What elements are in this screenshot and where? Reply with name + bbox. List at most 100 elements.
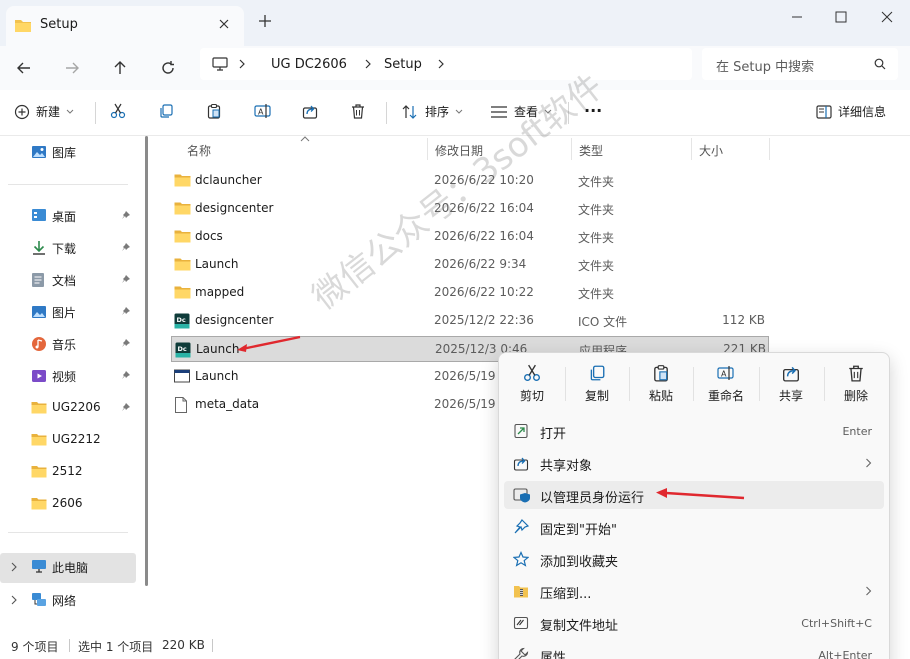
file-row[interactable]: docs 2026/6/22 16:04 文件夹 bbox=[171, 224, 769, 250]
file-date: 2026/5/19 bbox=[434, 369, 496, 383]
sidebar-item-desktop[interactable]: 桌面 bbox=[0, 202, 136, 230]
sidebar-item-ug2212[interactable]: UG2212 bbox=[0, 426, 136, 454]
view-list-icon bbox=[490, 105, 508, 119]
menu-item-label: 添加到收藏夹 bbox=[540, 555, 619, 570]
pin-icon[interactable] bbox=[121, 306, 131, 316]
menu-item-pin-start[interactable]: 固定到"开始" bbox=[504, 513, 884, 541]
sidebar-item-label: 下载 bbox=[52, 242, 77, 256]
menu-item-share-with[interactable]: 共享对象 bbox=[504, 449, 884, 477]
sort-button[interactable]: 排序 bbox=[401, 103, 463, 120]
pin-icon[interactable] bbox=[121, 370, 131, 380]
column-size[interactable]: 大小 bbox=[699, 142, 723, 159]
up-button[interactable] bbox=[108, 56, 132, 80]
paste-button[interactable] bbox=[206, 103, 222, 119]
minimize-button[interactable] bbox=[782, 6, 812, 28]
pin-icon[interactable] bbox=[121, 210, 131, 220]
file-row[interactable]: mapped 2026/6/22 10:22 文件夹 bbox=[171, 280, 769, 306]
sidebar-scrollbar[interactable] bbox=[145, 136, 148, 586]
copy-button[interactable] bbox=[158, 103, 174, 119]
status-selected: 选中 1 个项目 bbox=[78, 640, 154, 654]
sidebar-item-network[interactable]: 网络 bbox=[0, 586, 136, 614]
sidebar-item-2606[interactable]: 2606 bbox=[0, 490, 136, 518]
details-pane-button[interactable]: 详细信息 bbox=[816, 103, 886, 120]
pin-start-icon bbox=[513, 519, 529, 535]
quick-label: 删除 bbox=[843, 389, 868, 403]
new-button[interactable]: 新建 bbox=[14, 103, 74, 120]
chevron-right-icon[interactable] bbox=[10, 562, 18, 572]
command-bar: 新建 A 排序 查看 ··· 详细信息 bbox=[0, 90, 910, 136]
menu-item-compress[interactable]: 压缩到... bbox=[504, 577, 884, 605]
column-name[interactable]: 名称 bbox=[187, 142, 211, 159]
file-name: docs bbox=[195, 229, 223, 243]
maximize-button[interactable] bbox=[826, 6, 856, 28]
cut-button[interactable] bbox=[110, 103, 126, 119]
file-row[interactable]: Dc designcenter 2025/12/2 22:36 ICO 文件 1… bbox=[171, 308, 769, 334]
sidebar-item-documents[interactable]: 文档 bbox=[0, 266, 136, 294]
view-label: 查看 bbox=[514, 105, 539, 119]
forward-button[interactable] bbox=[60, 56, 84, 80]
folder-icon bbox=[31, 400, 47, 414]
menu-item-label: 复制文件地址 bbox=[540, 619, 619, 634]
pin-icon[interactable] bbox=[121, 338, 131, 348]
pin-icon[interactable] bbox=[121, 402, 131, 412]
sidebar-item-music[interactable]: 音乐 bbox=[0, 330, 136, 358]
dc-app-icon: Dc bbox=[174, 313, 190, 329]
column-divider[interactable] bbox=[427, 138, 428, 160]
context-cut-button[interactable]: 剪切 bbox=[501, 361, 563, 407]
sidebar-item-label: 图库 bbox=[52, 146, 77, 160]
breadcrumb-chevron-icon[interactable] bbox=[364, 59, 372, 69]
menu-item-copy-path[interactable]: 复制文件地址 Ctrl+Shift+C bbox=[504, 609, 884, 637]
column-divider[interactable] bbox=[769, 138, 770, 160]
chevron-down-icon bbox=[66, 109, 74, 115]
rename-button[interactable]: A bbox=[254, 103, 272, 119]
divider bbox=[95, 102, 96, 124]
breadcrumb-chevron-icon[interactable] bbox=[238, 59, 246, 69]
paste-icon bbox=[206, 103, 222, 119]
column-date[interactable]: 修改日期 bbox=[435, 142, 483, 159]
breadcrumb-setup[interactable]: Setup bbox=[384, 57, 422, 72]
more-button[interactable]: ··· bbox=[584, 101, 602, 120]
column-divider[interactable] bbox=[571, 138, 572, 160]
context-copy-button[interactable]: 复制 bbox=[566, 361, 628, 407]
search-input[interactable]: 在 Setup 中搜索 bbox=[702, 48, 898, 80]
column-type[interactable]: 类型 bbox=[579, 142, 603, 159]
menu-item-properties[interactable]: 属性 Alt+Enter bbox=[504, 641, 884, 659]
back-button[interactable] bbox=[12, 56, 36, 80]
pin-icon[interactable] bbox=[121, 274, 131, 284]
sidebar-item-2512[interactable]: 2512 bbox=[0, 458, 136, 486]
pin-icon[interactable] bbox=[121, 242, 131, 252]
file-row[interactable]: Launch 2026/6/22 9:34 文件夹 bbox=[171, 252, 769, 278]
context-share-button[interactable]: 共享 bbox=[760, 361, 822, 407]
sidebar-item-videos[interactable]: 视频 bbox=[0, 362, 136, 390]
close-button[interactable] bbox=[872, 6, 902, 28]
view-button[interactable]: 查看 bbox=[490, 103, 552, 120]
new-tab-button[interactable] bbox=[258, 14, 272, 28]
context-paste-button[interactable]: 粘贴 bbox=[630, 361, 692, 407]
context-delete-button[interactable]: 删除 bbox=[825, 361, 887, 407]
menu-item-label: 压缩到... bbox=[540, 587, 592, 602]
tab-setup[interactable]: Setup bbox=[6, 6, 244, 46]
context-rename-button[interactable]: A 重命名 bbox=[695, 361, 757, 407]
refresh-button[interactable] bbox=[156, 56, 180, 80]
share-button[interactable] bbox=[302, 103, 318, 119]
file-name: designcenter bbox=[195, 313, 274, 327]
sidebar-item-ug2206[interactable]: UG2206 bbox=[0, 394, 136, 422]
chevron-right-icon[interactable] bbox=[10, 595, 18, 605]
menu-item-open[interactable]: 打开 Enter bbox=[504, 417, 884, 445]
breadcrumb-ug-dc2606[interactable]: UG DC2606 bbox=[271, 57, 347, 72]
file-name: meta_data bbox=[195, 397, 260, 411]
menu-item-add-favorites[interactable]: 添加到收藏夹 bbox=[504, 545, 884, 573]
address-bar[interactable]: UG DC2606 Setup bbox=[200, 48, 692, 80]
delete-button[interactable] bbox=[350, 103, 366, 119]
computer-icon bbox=[31, 559, 47, 573]
file-row[interactable]: dclauncher 2026/6/22 10:20 文件夹 bbox=[171, 168, 769, 194]
column-divider[interactable] bbox=[691, 138, 692, 160]
sidebar-item-pictures[interactable]: 图片 bbox=[0, 298, 136, 326]
sidebar-item-downloads[interactable]: 下载 bbox=[0, 234, 136, 262]
sidebar-item-gallery[interactable]: 图库 bbox=[0, 138, 136, 166]
file-row[interactable]: designcenter 2026/6/22 16:04 文件夹 bbox=[171, 196, 769, 222]
tab-close-icon[interactable] bbox=[218, 18, 230, 30]
breadcrumb-chevron-icon[interactable] bbox=[437, 59, 445, 69]
sidebar-item-this-pc[interactable]: 此电脑 bbox=[0, 553, 136, 583]
download-icon bbox=[31, 240, 47, 256]
